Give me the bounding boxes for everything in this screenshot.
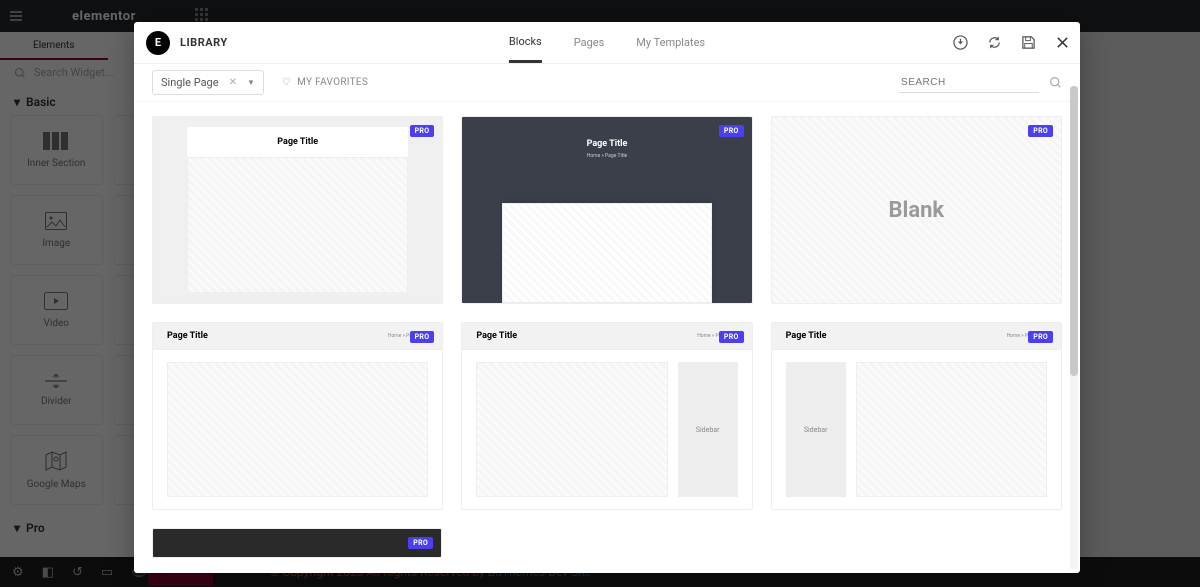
template-title: Page Title: [167, 331, 208, 341]
content-placeholder: [187, 157, 408, 293]
sync-icon[interactable]: [986, 35, 1002, 51]
dropdown-selected: Single Page: [161, 76, 219, 89]
template-card[interactable]: PRO Page Title Home » Page Title Sidebar: [771, 322, 1062, 510]
my-favorites-button[interactable]: ♡ MY FAVORITES: [282, 77, 368, 88]
save-icon[interactable]: [1020, 35, 1036, 51]
pro-badge: PRO: [410, 331, 435, 343]
library-modal: E LIBRARY Blocks Pages My Templates Sing…: [134, 22, 1080, 573]
content-placeholder: [167, 362, 428, 497]
tab-my-templates[interactable]: My Templates: [636, 22, 705, 63]
content-placeholder: [856, 362, 1047, 497]
clear-filter-icon[interactable]: ✕: [229, 77, 237, 88]
template-card[interactable]: PRO Page Title Home » Page Title: [461, 116, 752, 304]
scrollbar-thumb[interactable]: [1070, 86, 1078, 376]
template-card-blank[interactable]: PRO Blank: [771, 116, 1062, 304]
heart-icon: ♡: [282, 77, 291, 88]
pro-badge: PRO: [719, 331, 744, 343]
template-card[interactable]: PRO Page Title: [152, 116, 443, 304]
pro-badge: PRO: [1028, 125, 1053, 137]
pro-badge: PRO: [1028, 331, 1053, 343]
modal-header: E LIBRARY Blocks Pages My Templates: [134, 22, 1080, 64]
template-title: Page Title: [187, 127, 408, 157]
template-title: Page Title: [587, 139, 628, 149]
modal-scrollbar[interactable]: [1070, 86, 1078, 569]
tab-blocks[interactable]: Blocks: [509, 22, 542, 63]
pro-badge: PRO: [408, 537, 433, 549]
modal-toolbar: Single Page ✕ ▼ ♡ MY FAVORITES: [134, 64, 1080, 102]
search-icon[interactable]: [1049, 76, 1062, 89]
template-card-partial[interactable]: PRO: [152, 528, 442, 558]
modal-title: LIBRARY: [180, 36, 228, 49]
sidebar-placeholder: Sidebar: [678, 362, 738, 497]
templates-grid-container: PRO Page Title PRO Page Title Home » Pag…: [134, 102, 1080, 573]
elementor-logo-icon: E: [146, 31, 170, 55]
content-placeholder: [502, 203, 711, 303]
template-card[interactable]: PRO Page Title Home » Page Title Sidebar: [461, 322, 752, 510]
category-dropdown[interactable]: Single Page ✕ ▼: [152, 70, 264, 95]
tab-pages[interactable]: Pages: [574, 22, 605, 63]
template-breadcrumb: Home » Page Title: [587, 153, 627, 159]
sidebar-placeholder: Sidebar: [786, 362, 846, 497]
template-search-input[interactable]: [899, 73, 1039, 93]
pro-badge: PRO: [719, 125, 744, 137]
content-placeholder: [476, 362, 667, 497]
template-card[interactable]: PRO Page Title Home » Page Title: [152, 322, 443, 510]
import-icon[interactable]: [952, 35, 968, 51]
chevron-down-icon: ▼: [247, 78, 255, 87]
close-icon[interactable]: [1054, 35, 1070, 51]
pro-badge: PRO: [410, 125, 435, 137]
template-title: Blank: [888, 198, 944, 223]
template-title: Page Title: [786, 331, 827, 341]
template-title: Page Title: [476, 331, 517, 341]
